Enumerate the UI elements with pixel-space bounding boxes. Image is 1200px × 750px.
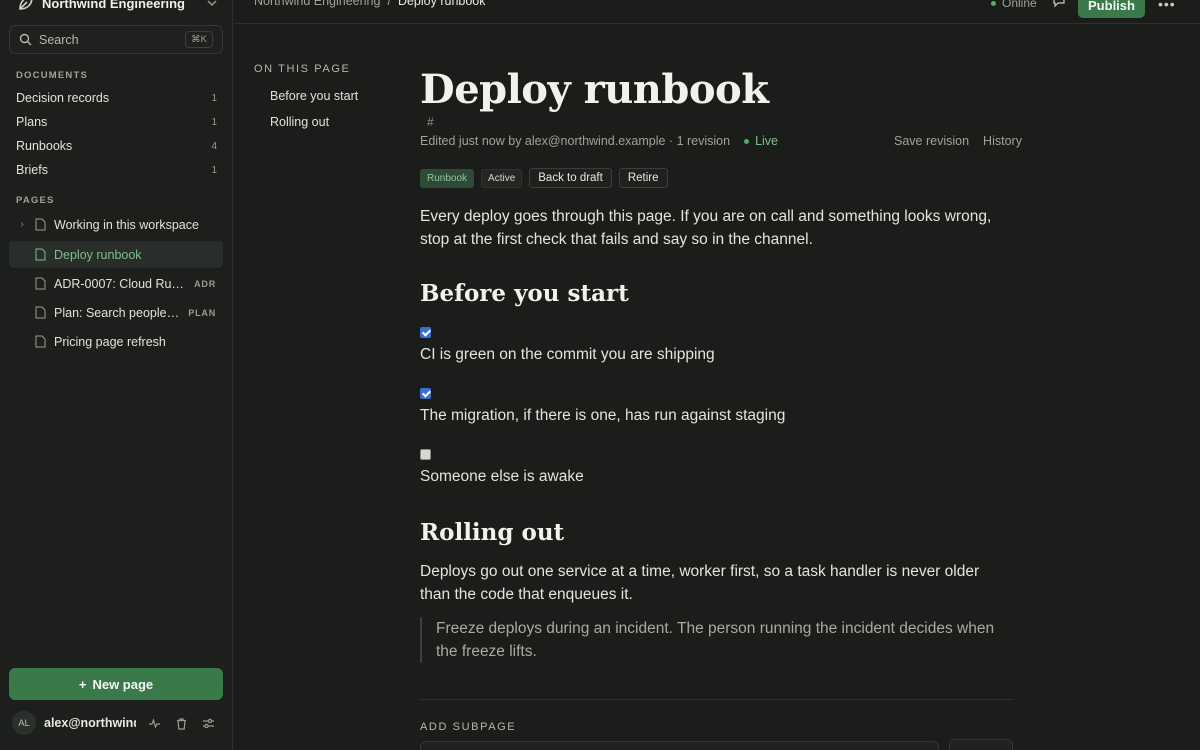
document-icon [35,218,46,231]
add-subpage-label: ADD SUBPAGE [420,721,517,733]
page-item-label: Working in this workspace [54,217,199,232]
search-shortcut: ⌘K [185,31,213,48]
revision-actions: Save revision History [894,134,1022,148]
document-icon [35,306,46,319]
user-row: AL alex@northwind.example [12,710,224,736]
new-page-label: New page [92,676,154,692]
item-count: 1 [211,164,217,176]
page-item-label: Pricing page refresh [54,334,166,349]
user-actions [148,717,215,730]
avatar[interactable]: AL [12,711,36,735]
status-dot-icon [991,0,996,6]
sidebar-item-runbooks[interactable]: Runbooks 4 [16,136,217,156]
page-item-label: Deploy runbook [54,247,142,262]
page-item-adr-0007[interactable]: ADR-0007: Cloud Run over GKE ADR [9,270,223,297]
page-title[interactable]: Deploy runbook [420,66,769,113]
connection-status: Online [991,0,1037,10]
sidebar: Northwind Engineering Search ⌘K DOCUMENT… [0,0,233,750]
breadcrumb: Northwind Engineering / Deploy runbook [254,0,486,8]
divider [420,699,1013,700]
connection-status-label: Online [1002,0,1037,10]
search-icon [19,33,32,46]
edited-text: Edited just now by alex@northwind.exampl… [420,134,731,148]
anchor-hash[interactable]: # [427,115,434,129]
rollout-paragraph: Deploys go out one service at a time, wo… [420,563,980,603]
more-options-icon[interactable]: ••• [1158,0,1176,12]
checklist-checkbox[interactable] [420,388,431,399]
sidebar-item-label: Plans [16,115,48,129]
workspace-name: Northwind Engineering [42,0,185,11]
sidebar-item-decision-records[interactable]: Decision records 1 [16,88,217,108]
page-item-label: ADR-0007: Cloud Run over GKE [54,276,188,291]
subpage-title-input[interactable] [420,741,939,750]
breadcrumb-current: Deploy runbook [397,0,486,8]
retire-button[interactable]: Retire [618,168,668,188]
checklist-checkbox[interactable] [420,449,431,460]
leaf-icon [19,0,33,10]
checklist-item-text: Someone else is awake [420,468,584,485]
intro-paragraph: Every deploy goes through this page. If … [420,208,992,248]
live-dot-icon [744,138,750,144]
page-item-label: Plan: Search people tracker [54,305,182,320]
save-revision-button[interactable]: Save revision [894,134,969,148]
activity-icon[interactable] [148,717,161,730]
type-badge: Runbook [420,168,475,188]
history-button[interactable]: History [983,134,1022,148]
sidebar-item-label: Decision records [16,91,110,105]
checklist-checkbox[interactable] [420,327,431,338]
item-count: 4 [211,140,217,152]
blockquote: Freeze deploys during an incident. The p… [420,617,1013,663]
back-to-draft-button[interactable]: Back to draft [529,168,612,188]
page-item-plan-search[interactable]: Plan: Search people tracker PLAN [9,299,223,326]
trash-icon[interactable] [175,717,188,730]
comment-icon[interactable] [1052,0,1066,8]
top-bar: Northwind Engineering / Deploy runbook O… [234,0,1200,24]
page-item-working-in-workspace[interactable]: › Working in this workspace [9,211,223,238]
checklist-item-text: The migration, if there is one, has run … [420,407,786,424]
sidebar-item-briefs[interactable]: Briefs 1 [16,160,217,180]
chevron-right-icon[interactable]: › [13,219,31,230]
document-icon [35,248,46,261]
section-heading-before-you-start: Before you start [420,280,629,307]
search-input[interactable]: Search ⌘K [9,25,223,54]
live-label: Live [755,134,779,148]
item-count: 1 [211,92,217,104]
page-item-pricing-refresh[interactable]: Pricing page refresh [9,328,223,355]
workspace-switcher[interactable]: Northwind Engineering [10,0,223,15]
document-icon [35,277,46,290]
sidebar-item-plans[interactable]: Plans 1 [16,112,217,132]
status-chips: Runbook Active Back to draft Retire [420,168,668,188]
section-heading-rolling-out: Rolling out [420,519,565,546]
pages-section-label: PAGES [16,195,55,206]
breadcrumb-separator: / [387,0,391,8]
new-page-button[interactable]: + New page [9,668,223,700]
toc-title: ON THIS PAGE [254,63,351,75]
breadcrumb-parent[interactable]: Northwind Engineering [254,0,380,8]
page-type-tag: PLAN [188,307,216,318]
sidebar-item-label: Briefs [16,163,48,177]
edit-meta: Edited just now by alex@northwind.exampl… [420,134,778,148]
page-item-deploy-runbook[interactable]: Deploy runbook [9,241,223,268]
settings-sliders-icon[interactable] [202,717,215,730]
add-subpage-button[interactable] [949,739,1013,750]
search-placeholder: Search [39,32,79,47]
sidebar-item-label: Runbooks [16,139,73,153]
document-icon [35,335,46,348]
publish-button[interactable]: Publish [1078,0,1145,18]
plus-icon: + [78,676,87,692]
user-name[interactable]: alex@northwind.example [44,716,136,730]
checklist-item-text: CI is green on the commit you are shippi… [420,346,715,363]
item-count: 1 [211,116,217,128]
chevron-down-icon[interactable] [205,0,219,10]
toc-item-before-you-start[interactable]: Before you start [270,89,358,103]
status-badge: Active [481,168,523,188]
documents-section-label: DOCUMENTS [16,70,89,81]
toc-item-rolling-out[interactable]: Rolling out [270,115,329,129]
page-type-tag: ADR [194,278,216,289]
live-status: Live [744,134,778,148]
